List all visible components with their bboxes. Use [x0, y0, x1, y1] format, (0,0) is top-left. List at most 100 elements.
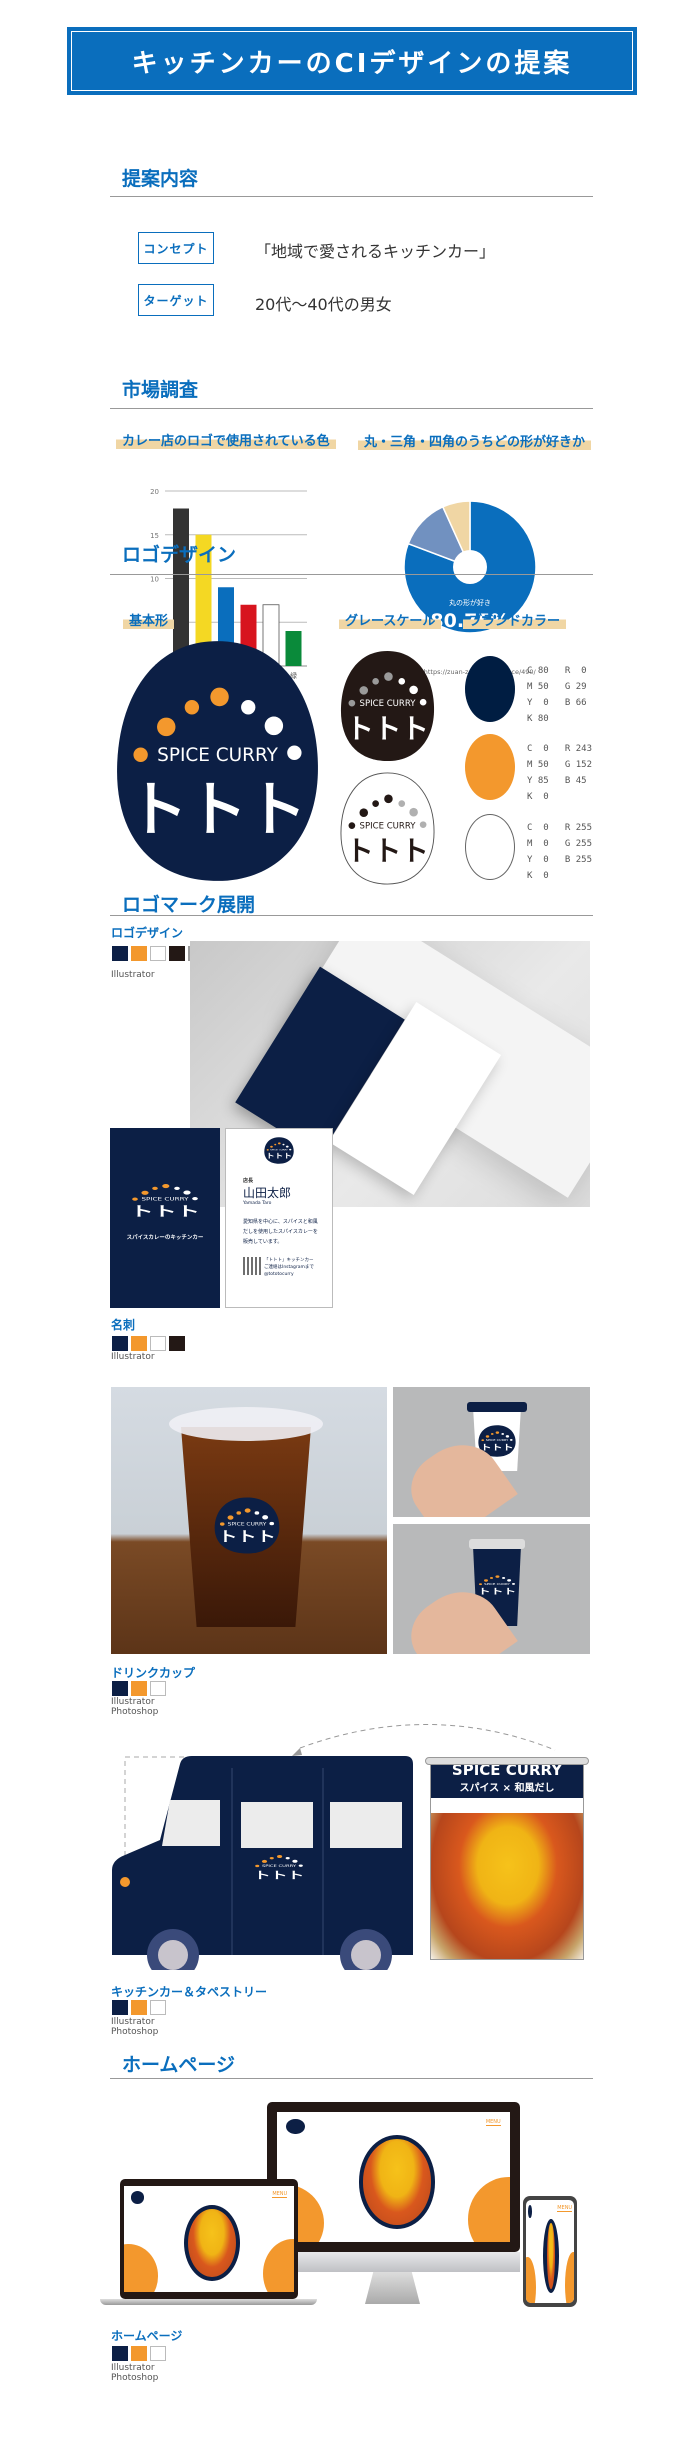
- logo-dot: [505, 1435, 510, 1438]
- color-swatch: [150, 1681, 166, 1696]
- logo-dot: [384, 672, 393, 681]
- truck-window: [330, 1802, 402, 1848]
- site-orange-circle: [565, 2251, 574, 2303]
- logo-dot: [478, 1583, 483, 1586]
- homepage-tools: Illustrator Photoshop: [111, 2363, 158, 2383]
- logo-dot: [244, 1508, 251, 1513]
- truck-tools: Illustrator Photoshop: [111, 2017, 158, 2037]
- color-swatch: [112, 1336, 128, 1351]
- target-value: 20代～40代の男女: [255, 295, 392, 314]
- section-heading-logomark: ロゴマーク展開: [122, 894, 256, 916]
- logo-wordmark: SPICE CURRY: [486, 1439, 509, 1442]
- qr-code-icon: [243, 1257, 261, 1275]
- logo-dot: [133, 747, 148, 763]
- card-description: 愛知県を中心に、スパイスと和風だしを使用したスパイスカレーを販売しています。: [243, 1219, 318, 1245]
- site-hero-image: [542, 2218, 559, 2293]
- color-swatch: [112, 946, 128, 961]
- card-romaji: Yamada Taro: [243, 1201, 272, 1206]
- brand-color-navy: [465, 656, 515, 722]
- section-heading-logo: ロゴデザイン: [122, 544, 237, 566]
- logo-dot: [274, 1143, 277, 1146]
- logo-wordmark: SPICE CURRY: [141, 1198, 189, 1202]
- logo-caption: ロゴデザイン: [111, 926, 184, 940]
- brand-color-orange: [465, 734, 515, 800]
- color-swatch: [112, 2000, 128, 2015]
- logo-dot: [282, 1143, 285, 1146]
- logo-dot: [511, 1582, 516, 1585]
- logo-name: トトト: [218, 1528, 275, 1545]
- logo-dot: [210, 687, 229, 707]
- color-swatch: [150, 1336, 166, 1351]
- paper-cup-navy-photo: SPICE CURRY トトト: [393, 1524, 590, 1654]
- logo-dot: [509, 1438, 513, 1441]
- logo-basic: SPICE CURRY トトト: [115, 639, 320, 883]
- logo-dot: [348, 699, 356, 707]
- logo-dot: [277, 1142, 281, 1145]
- tool-name: Illustrator: [111, 2017, 155, 2027]
- truck-logo: SPICE CURRY トトト: [250, 1847, 308, 1887]
- logo-dot: [489, 1577, 494, 1579]
- logo-dot: [270, 1145, 273, 1148]
- homepage-caption: ホームページ: [111, 2329, 183, 2343]
- logo-dot: [141, 1190, 149, 1195]
- card-caption: 名刺: [111, 1318, 136, 1332]
- divider: [110, 2078, 593, 2079]
- logo-dot: [132, 1197, 138, 1201]
- site-menu-button: MENU: [272, 2191, 288, 2199]
- logo-dot: [219, 1522, 225, 1526]
- logo-name: トトト: [346, 834, 429, 867]
- logo-dot: [287, 745, 302, 760]
- site-orange-circle: [124, 2244, 158, 2292]
- logo-mark: SPICE CURRYトトト: [264, 1137, 294, 1164]
- logo-dot: [276, 1854, 283, 1859]
- card-back-logo: SPICE CURRY トトト: [264, 1137, 294, 1164]
- logo-dot: [398, 800, 406, 807]
- site-menu-button: MENU: [557, 2205, 573, 2213]
- tool-name: Photoshop: [111, 2373, 159, 2383]
- logo-wordmark: SPICE CURRY: [360, 821, 417, 831]
- grayscale-label: グレースケール: [339, 610, 442, 629]
- dashed-arrow: [299, 1724, 556, 1751]
- logo-dot: [495, 1431, 500, 1434]
- logo-grayscale-dark: SPICE CURRY トトト: [340, 650, 435, 762]
- hubcap: [158, 1940, 188, 1970]
- card-contact-line: 「トトト」キッチンカー: [264, 1258, 314, 1263]
- logo-dot: [348, 822, 356, 829]
- phone-site-screen: MENU: [526, 2200, 574, 2303]
- donut-hole: [453, 550, 487, 584]
- logo-wordmark: SPICE CURRY: [262, 1864, 297, 1868]
- cup-sticker-logo: SPICE CURRY トトト: [214, 1497, 280, 1554]
- logo-dot: [254, 1511, 260, 1515]
- logo-dot: [409, 685, 418, 695]
- logo-mark: SPICE CURRYトトト: [254, 1854, 304, 1881]
- card-tagline: スパイスカレーのキッチンカー: [126, 1235, 204, 1241]
- card-front: SPICE CURRY トトト スパイスカレーのキッチンカー: [110, 1128, 220, 1308]
- smartphone: MENU: [523, 2196, 577, 2307]
- logo-dot: [269, 1857, 274, 1860]
- logo-wordmark: SPICE CURRY: [270, 1149, 288, 1152]
- logo-dot: [507, 1579, 512, 1582]
- target-badge: ターゲット: [138, 284, 214, 316]
- logo-wordmark: SPICE CURRY: [360, 699, 417, 709]
- logo-dot: [184, 700, 200, 715]
- card-back: SPICE CURRY トトト 店長 山田太郎 Yamada Taro 愛知県を中…: [225, 1128, 333, 1308]
- logo-dot: [269, 1521, 275, 1526]
- logo-dot: [162, 1183, 170, 1189]
- y-tick-label: 15: [150, 532, 159, 540]
- color-swatch: [131, 2346, 147, 2361]
- color-swatch: [112, 2346, 128, 2361]
- logo-dot: [484, 1579, 488, 1582]
- logo-tools: Illustrator: [111, 970, 155, 980]
- tapestry: SPICE CURRY スパイス × 和風だし: [430, 1757, 584, 1960]
- bar-chart-title: カレー店のロゴで使用されている色: [116, 430, 336, 449]
- tapestry-subtitle: スパイス × 和風だし: [459, 1783, 555, 1794]
- color-swatch: [169, 1336, 185, 1351]
- color-swatch: [131, 1336, 147, 1351]
- logo-dot: [227, 1515, 234, 1520]
- logo-dot: [264, 716, 284, 736]
- truck-swatches: [112, 2000, 166, 2015]
- logo-mark: SPICE CURRYトトト: [214, 1497, 280, 1554]
- color-swatch: [131, 1681, 147, 1696]
- logo-dot: [372, 678, 379, 685]
- logo-mark: SPICE CURRY トトト: [340, 772, 435, 885]
